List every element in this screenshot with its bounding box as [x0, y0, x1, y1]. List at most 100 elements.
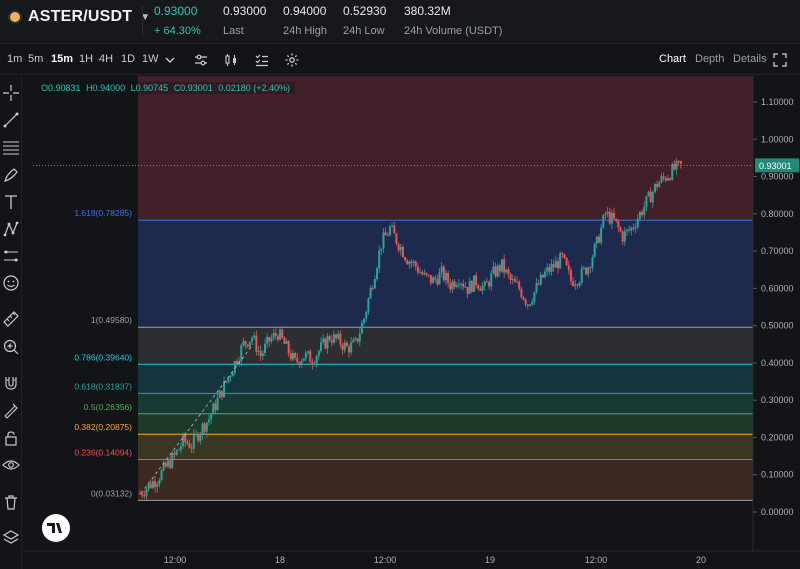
candle-body — [421, 272, 424, 275]
candle-body — [608, 211, 611, 224]
candle-body — [296, 357, 299, 363]
candle-body — [677, 160, 680, 162]
tab-depth[interactable]: Depth — [695, 53, 724, 65]
candle-body — [591, 256, 594, 268]
candle-body — [604, 213, 607, 216]
y-tick-label: 0.00000 — [761, 507, 794, 517]
candle-body — [533, 291, 536, 302]
pair-selector[interactable]: ASTER/USDT ▼ — [8, 8, 150, 26]
timeframe-1d[interactable]: 1D — [121, 53, 135, 65]
gear-icon[interactable] — [284, 52, 300, 68]
stat-value: 0.93000 — [223, 4, 267, 18]
ruler-icon[interactable] — [2, 310, 20, 328]
candle-body — [391, 225, 394, 227]
candle-body — [582, 267, 585, 269]
candle-body — [679, 161, 682, 164]
tab-details[interactable]: Details — [733, 53, 767, 65]
candle-body — [263, 343, 266, 353]
candle-body — [453, 281, 456, 287]
price-chart[interactable]: 1.618(0.78285) 1(0.49580) 0.786(0.39640) 0.… — [23, 76, 800, 569]
candle-body — [518, 282, 521, 289]
pattern-tool-icon[interactable] — [2, 220, 20, 238]
candle-body — [466, 287, 469, 294]
candle-body — [472, 275, 475, 292]
candle-body — [468, 281, 471, 294]
candle-body — [595, 236, 598, 244]
brush-icon[interactable] — [2, 166, 20, 184]
timeframe-1h[interactable]: 1H — [79, 53, 93, 65]
candle-body — [244, 341, 247, 345]
candle-body — [457, 284, 460, 286]
candle-body — [207, 419, 210, 423]
timeframe-4h[interactable]: 4H — [99, 53, 113, 65]
tab-chart[interactable]: Chart — [659, 53, 686, 65]
candle-body — [322, 338, 325, 343]
candle-body — [546, 267, 549, 272]
ohlc-high: H0.94000 — [86, 83, 126, 93]
candlestick-chart[interactable]: 1.618(0.78285) 1(0.49580) 0.786(0.39640) 0.… — [23, 76, 800, 569]
horizontal-lines-icon[interactable] — [2, 138, 20, 156]
magnet-icon[interactable] — [2, 374, 20, 392]
candle-body — [261, 352, 264, 357]
candle-body — [304, 352, 307, 358]
trend-line-icon[interactable] — [2, 111, 20, 129]
tradingview-logo[interactable] — [42, 514, 70, 542]
candle-body — [485, 281, 488, 283]
candle-body — [350, 342, 353, 353]
candle-body — [311, 362, 314, 365]
candle-body — [352, 339, 355, 343]
candle-body — [341, 344, 344, 350]
candle-body — [313, 363, 316, 365]
stat-value: 380.32M — [404, 4, 451, 18]
candle-body — [416, 266, 419, 273]
timeframe-1m[interactable]: 1m — [7, 53, 22, 65]
timeframe-1w[interactable]: 1W — [142, 53, 159, 65]
lock-drawing-icon[interactable] — [2, 401, 20, 419]
candle-body — [550, 264, 553, 272]
chevron-down-icon[interactable] — [162, 52, 178, 68]
crosshair-icon[interactable] — [2, 84, 20, 102]
timeframe-5m[interactable]: 5m — [28, 53, 43, 65]
candle-body — [285, 341, 288, 344]
fib-level-label: 0(0.03132) — [91, 488, 132, 498]
candle-body — [281, 329, 284, 338]
lock-icon[interactable] — [2, 429, 20, 447]
candle-body — [449, 283, 452, 290]
measure-tool-icon[interactable] — [2, 247, 20, 265]
eye-icon[interactable] — [2, 456, 20, 474]
candle-body — [248, 341, 251, 347]
stat-label: 24h High — [283, 25, 328, 37]
candle-body — [636, 218, 639, 228]
layers-icon[interactable] — [2, 529, 20, 547]
fullscreen-icon[interactable] — [772, 52, 788, 68]
emoji-icon[interactable] — [2, 274, 20, 292]
stat-label: Last — [223, 25, 244, 37]
timeframe-15m[interactable]: 15m — [51, 53, 73, 65]
candle-body — [630, 227, 633, 231]
candle-body — [656, 183, 659, 188]
candle-body — [302, 357, 305, 362]
candle-body — [151, 481, 154, 488]
fib-zone — [138, 434, 753, 460]
candle-body — [569, 270, 572, 282]
candle-body — [651, 191, 654, 203]
candle-type-icon[interactable] — [223, 52, 239, 68]
candle-body — [460, 283, 463, 285]
candle-body — [669, 178, 672, 180]
candle-body — [653, 183, 656, 192]
candle-body — [358, 333, 361, 342]
candle-body — [529, 304, 532, 306]
zoom-in-icon[interactable] — [2, 338, 20, 356]
stat-24h-volume: 380.32M 24h Volume (USDT) — [404, 4, 502, 37]
candle-body — [531, 301, 534, 305]
candle-body — [539, 274, 542, 285]
trash-icon[interactable] — [2, 493, 20, 511]
indicator-settings-icon[interactable] — [193, 52, 209, 68]
text-tool-icon[interactable] — [2, 193, 20, 211]
candle-body — [328, 336, 331, 341]
indicators-list-icon[interactable] — [254, 52, 270, 68]
stat-last: 0.93000 Last — [223, 4, 266, 37]
candle-body — [274, 333, 277, 336]
ohlc-low: L0.90745 — [130, 83, 169, 93]
ohlc-legend: O0.90831 H0.94000 L0.90745 C0.93001 0.02… — [39, 82, 296, 94]
